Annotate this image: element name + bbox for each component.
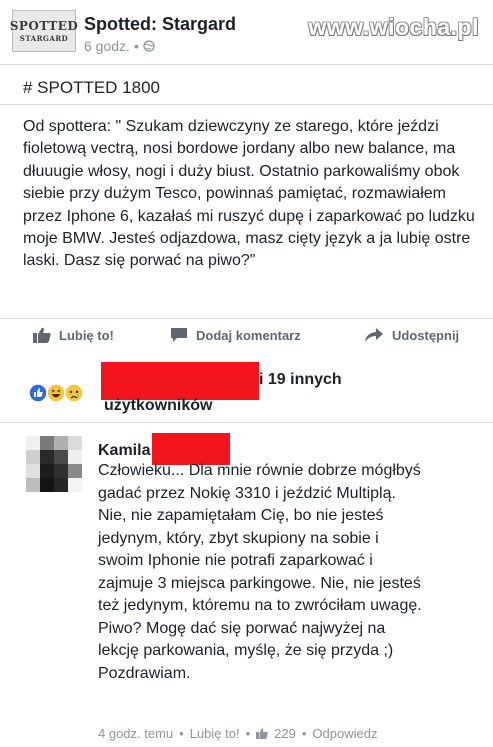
comment-text: Człowieku... Dla mnie równie dobrze mógł… xyxy=(98,462,422,682)
footer-dot: • xyxy=(245,726,251,741)
redaction-box xyxy=(101,362,259,400)
reaction-icons[interactable] xyxy=(28,382,98,404)
comment-time[interactable]: 4 godz. temu xyxy=(98,726,173,741)
reaction-users-label[interactable]: użytkowników xyxy=(104,397,212,415)
post-time[interactable]: 6 godz. xyxy=(84,38,130,54)
share-icon xyxy=(365,328,383,342)
divider xyxy=(0,104,493,105)
haha-reaction-icon xyxy=(46,383,66,403)
avatar[interactable] xyxy=(26,436,82,492)
logo-line-1: SPOTTED xyxy=(9,19,79,33)
post-body: Od spottera: " Szukam dziewczyny ze star… xyxy=(23,116,483,273)
comment-label: Dodaj komentarz xyxy=(196,327,301,343)
post-actions: Lubię to! Dodaj komentarz Udostępnij xyxy=(0,318,493,352)
thumbs-up-icon xyxy=(256,728,268,739)
share-button[interactable]: Udostępnij xyxy=(364,327,459,343)
post-meta: 6 godz. • xyxy=(84,38,155,54)
reaction-others-count[interactable]: i 19 innych xyxy=(259,371,342,389)
like-reaction-icon xyxy=(28,383,48,403)
watermark: www.wiocha.pl xyxy=(308,14,479,40)
comment-author[interactable]: Kamila xyxy=(98,442,150,460)
page-name[interactable]: Spotted: Stargard xyxy=(84,14,236,35)
comment-reply-button[interactable]: Odpowiedz xyxy=(312,726,377,741)
footer-dot: • xyxy=(179,726,184,741)
comment-body: Człowieku... Dla mnie równie dobrze mógł… xyxy=(98,460,428,685)
globe-icon xyxy=(143,40,155,52)
comment-like-button[interactable]: Lubię to! xyxy=(190,726,240,741)
divider xyxy=(0,422,493,423)
meta-dot: • xyxy=(133,38,139,54)
share-label: Udostępnij xyxy=(392,327,460,343)
like-label: Lubię to! xyxy=(59,327,114,343)
footer-dot: • xyxy=(301,726,307,741)
sad-reaction-icon xyxy=(64,383,84,403)
logo-line-2: STARGARD xyxy=(19,34,69,43)
post-text: Od spottera: " Szukam dziewczyny ze star… xyxy=(23,118,475,270)
divider xyxy=(0,64,493,65)
comment-footer: 4 godz. temu • Lubię to! • 229 • Odpowie… xyxy=(98,726,377,741)
comment-like-count: 229 xyxy=(274,726,296,741)
post-title: # SPOTTED 1800 xyxy=(23,78,161,97)
page-logo[interactable]: SPOTTED STARGARD xyxy=(9,10,79,52)
comment-button[interactable]: Dodaj komentarz xyxy=(170,327,301,343)
comment-icon xyxy=(171,328,187,342)
thumbs-up-icon xyxy=(33,327,51,343)
like-button[interactable]: Lubię to! xyxy=(33,327,114,343)
post-header: SPOTTED STARGARD Spotted: Stargard 6 god… xyxy=(0,0,493,64)
